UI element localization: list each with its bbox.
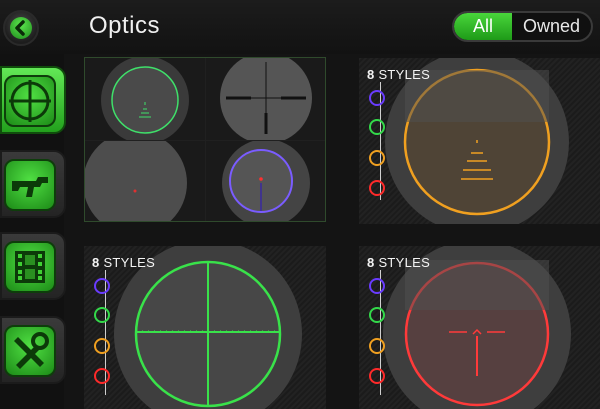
optic-card-green[interactable]: 8 STYLES	[84, 246, 326, 409]
category-sidebar	[0, 54, 66, 409]
style-option-orange[interactable]	[369, 338, 385, 354]
styles-count: 8 STYLES	[367, 255, 431, 270]
green-reticle	[114, 246, 302, 409]
optic-preview-purple	[206, 141, 325, 221]
crosshair-icon	[4, 75, 56, 127]
optic-card-orange[interactable]: 8 STYLES	[359, 58, 600, 224]
styles-count: 8 STYLES	[92, 255, 156, 270]
style-option-purple[interactable]	[94, 278, 110, 294]
style-option-red[interactable]	[369, 368, 385, 384]
tools-icon	[4, 325, 56, 377]
optic-card-variants[interactable]	[84, 57, 326, 222]
style-option-orange[interactable]	[369, 150, 385, 166]
style-option-green[interactable]	[369, 119, 385, 135]
style-option-red[interactable]	[94, 368, 110, 384]
sidebar-item-weapons[interactable]	[0, 150, 66, 218]
red-reticle	[383, 246, 571, 409]
orange-reticle	[385, 58, 569, 224]
styles-count: 8 STYLES	[367, 67, 431, 82]
ownership-filter: All Owned	[452, 11, 593, 42]
style-option-green[interactable]	[94, 307, 110, 323]
filter-all-tab[interactable]: All	[454, 13, 512, 40]
style-option-purple[interactable]	[369, 278, 385, 294]
sidebar-item-media[interactable]	[0, 232, 66, 300]
sidebar-item-optics[interactable]	[0, 66, 66, 134]
style-option-green[interactable]	[369, 307, 385, 323]
back-button[interactable]	[3, 10, 39, 46]
style-option-orange[interactable]	[94, 338, 110, 354]
optics-grid: 8 STYLES 8 STYLES 8 STYLES	[80, 54, 600, 409]
film-icon	[4, 241, 56, 293]
rifle-icon	[4, 159, 56, 211]
optic-preview-black	[206, 58, 325, 140]
top-bar: Optics All Owned	[0, 0, 600, 54]
optic-preview-red-dot	[85, 141, 205, 221]
filter-owned-tab[interactable]: Owned	[512, 13, 591, 40]
back-arrow-icon	[10, 17, 32, 39]
optic-preview-green	[85, 58, 205, 140]
optic-card-red[interactable]: 8 STYLES	[359, 246, 600, 409]
sidebar-item-settings[interactable]	[0, 316, 66, 384]
style-option-purple[interactable]	[369, 90, 385, 106]
style-option-red[interactable]	[369, 180, 385, 196]
page-title: Optics	[89, 12, 161, 39]
